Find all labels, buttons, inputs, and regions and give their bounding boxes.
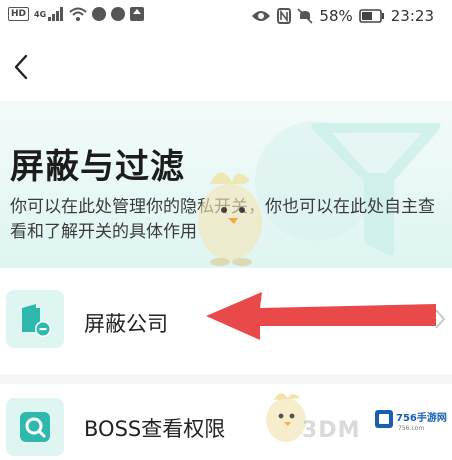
battery-icon <box>358 9 384 23</box>
menu-item-label: 屏蔽公司 <box>84 312 168 336</box>
compass-app-icon <box>111 7 126 21</box>
battery-percent: 58% <box>319 7 353 25</box>
nav-bar <box>0 32 452 103</box>
status-right-icons: 58% 23:23 <box>251 7 434 25</box>
music-app-icon <box>92 7 107 21</box>
page-description: 你可以在此处管理你的隐私开关，你也可以在此处自主查看和了解开关的具体作用 <box>10 197 435 242</box>
site-url: 756.com <box>398 425 425 432</box>
hd-badge: HD <box>8 7 30 21</box>
back-arrow-icon[interactable] <box>10 52 34 82</box>
filter-icon <box>311 123 441 256</box>
menu-item-label: BOSS查看权限 <box>84 417 226 441</box>
network-type: 4G <box>34 9 47 19</box>
page-title: 屏蔽与过滤 <box>10 147 185 187</box>
status-left-icons: HD 4G <box>8 7 145 21</box>
clock: 23:23 <box>390 7 434 25</box>
nfc-icon <box>277 8 292 24</box>
block-company-icon <box>6 290 64 348</box>
eye-icon <box>252 11 271 21</box>
signal-icon <box>48 7 64 21</box>
upload-icon <box>130 7 145 21</box>
boss-view-icon <box>6 398 64 456</box>
status-bar: HD 4G 58% 23:23 <box>0 0 452 32</box>
header-banner: 屏蔽与过滤 你可以在此处管理你的隐私开关，你也可以在此处自主查看和了解开关的具体… <box>0 103 452 268</box>
mute-icon <box>297 8 313 24</box>
site-name: 756手游网 <box>396 413 447 424</box>
wifi-icon <box>69 7 87 21</box>
watermark-3dm: 3DM <box>302 418 361 443</box>
menu-item-block-company[interactable]: 屏蔽公司 <box>0 268 452 374</box>
chevron-right-icon <box>435 309 446 329</box>
